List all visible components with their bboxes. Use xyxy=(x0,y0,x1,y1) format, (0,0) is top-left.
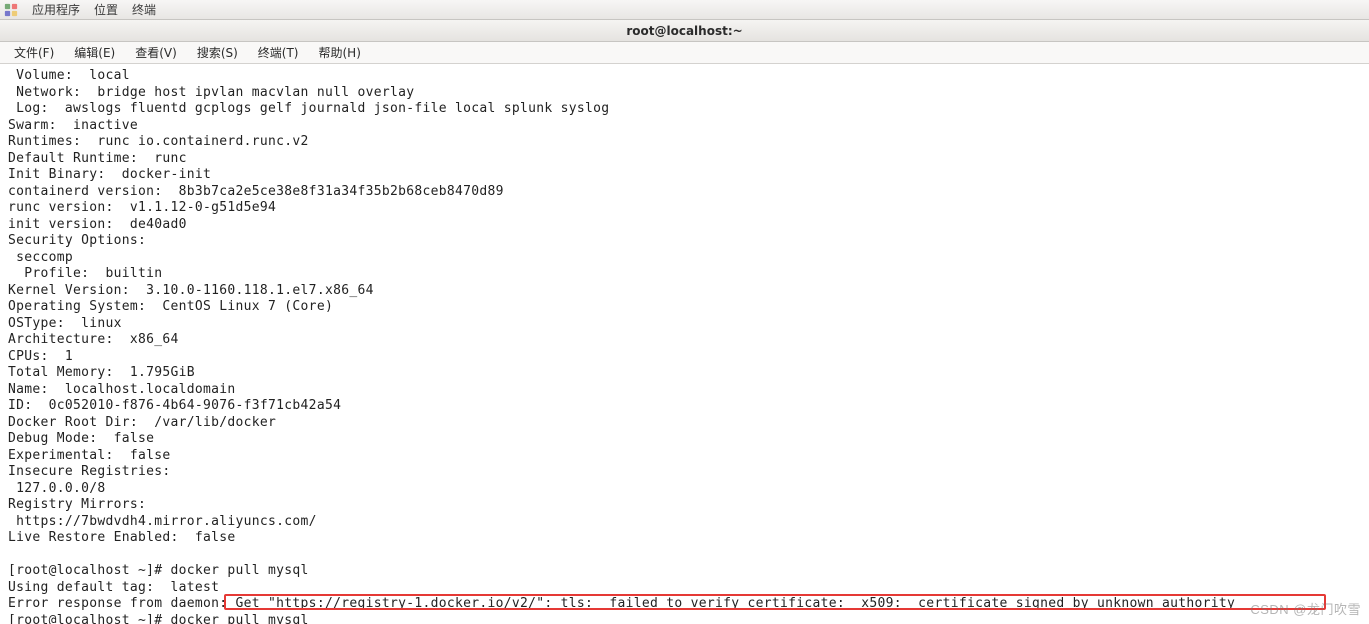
terminal-line: Kernel Version: 3.10.0-1160.118.1.el7.x8… xyxy=(8,283,374,298)
terminal-line: [root@localhost ~]# docker pull mysql xyxy=(8,613,309,624)
terminal-line: seccomp xyxy=(8,250,73,265)
terminal-line: Security Options: xyxy=(8,233,146,248)
terminal-line: Debug Mode: false xyxy=(8,431,154,446)
menu-search[interactable]: 搜索(S) xyxy=(189,42,246,63)
terminal-line: Insecure Registries: xyxy=(8,464,171,479)
menu-terminal[interactable]: 终端(T) xyxy=(250,42,307,63)
desktop-top-panel: 应用程序 位置 终端 xyxy=(0,0,1369,20)
terminal-line: Runtimes: runc io.containerd.runc.v2 xyxy=(8,134,309,149)
menu-view[interactable]: 查看(V) xyxy=(127,42,185,63)
terminal-menu-bar: 文件(F) 编辑(E) 查看(V) 搜索(S) 终端(T) 帮助(H) xyxy=(0,42,1369,64)
terminal-line: Registry Mirrors: xyxy=(8,497,146,512)
terminal-line: Using default tag: latest xyxy=(8,580,219,595)
terminal-line: Default Runtime: runc xyxy=(8,151,187,166)
activities-icon xyxy=(4,3,18,17)
window-title: root@localhost:~ xyxy=(626,24,742,38)
terminal-line: init version: de40ad0 xyxy=(8,217,187,232)
terminal-line: Name: localhost.localdomain xyxy=(8,382,236,397)
terminal-line: Network: bridge host ipvlan macvlan null… xyxy=(8,85,414,100)
terminal-line: containerd version: 8b3b7ca2e5ce38e8f31a… xyxy=(8,184,504,199)
panel-active-window[interactable]: 终端 xyxy=(132,1,156,18)
terminal-line: Log: awslogs fluentd gcplogs gelf journa… xyxy=(8,101,609,116)
panel-applications-menu[interactable]: 应用程序 xyxy=(32,1,80,18)
terminal-line: Volume: local xyxy=(8,68,130,83)
terminal-line: Profile: builtin xyxy=(8,266,162,281)
terminal-line: Live Restore Enabled: false xyxy=(8,530,236,545)
terminal-line: Architecture: x86_64 xyxy=(8,332,179,347)
terminal-line: Experimental: false xyxy=(8,448,171,463)
menu-edit[interactable]: 编辑(E) xyxy=(66,42,123,63)
terminal-line: 127.0.0.0/8 xyxy=(8,481,106,496)
terminal-line: Total Memory: 1.795GiB xyxy=(8,365,195,380)
menu-help[interactable]: 帮助(H) xyxy=(311,42,369,63)
menu-file[interactable]: 文件(F) xyxy=(6,42,62,63)
terminal-line: ID: 0c052010-f876-4b64-9076-f3f71cb42a54 xyxy=(8,398,341,413)
terminal-output[interactable]: Volume: local Network: bridge host ipvla… xyxy=(0,64,1369,624)
terminal-line: Docker Root Dir: /var/lib/docker xyxy=(8,415,276,430)
terminal-line: Error response from daemon: Get "https:/… xyxy=(8,596,1235,611)
terminal-line: runc version: v1.1.12-0-g51d5e94 xyxy=(8,200,276,215)
terminal-line: https://7bwdvdh4.mirror.aliyuncs.com/ xyxy=(8,514,317,529)
watermark-text: CSDN @龙门吹雪 xyxy=(1250,599,1361,618)
panel-places-menu[interactable]: 位置 xyxy=(94,1,118,18)
terminal-line: OSType: linux xyxy=(8,316,122,331)
terminal-line: [root@localhost ~]# docker pull mysql xyxy=(8,563,309,578)
terminal-line: CPUs: 1 xyxy=(8,349,73,364)
terminal-line: Init Binary: docker-init xyxy=(8,167,211,182)
window-title-bar: root@localhost:~ xyxy=(0,20,1369,42)
terminal-line: Swarm: inactive xyxy=(8,118,138,133)
terminal-line: Operating System: CentOS Linux 7 (Core) xyxy=(8,299,333,314)
